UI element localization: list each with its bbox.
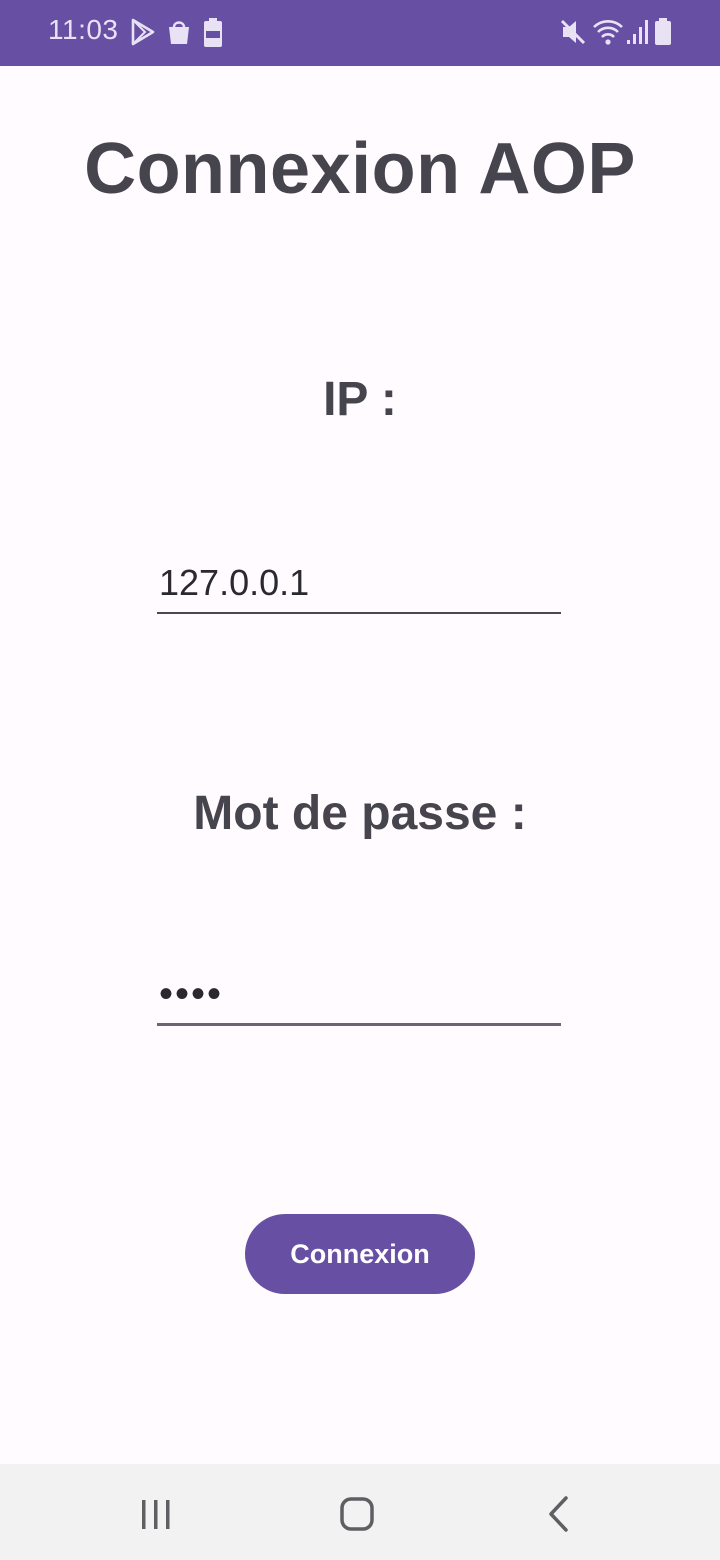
password-label: Mot de passe : bbox=[193, 787, 527, 840]
ip-label: IP : bbox=[323, 373, 397, 426]
ip-input[interactable] bbox=[157, 554, 561, 614]
connexion-button[interactable]: Connexion bbox=[245, 1214, 475, 1294]
battery-saver-icon bbox=[204, 18, 222, 47]
status-bar: 11:03 bbox=[0, 0, 720, 66]
battery-icon bbox=[655, 18, 671, 45]
back-icon[interactable] bbox=[531, 1486, 587, 1542]
shopping-bag-icon bbox=[169, 21, 189, 44]
mute-icon bbox=[560, 19, 586, 45]
password-input[interactable] bbox=[157, 966, 561, 1026]
signal-icon bbox=[627, 20, 648, 44]
home-icon[interactable] bbox=[329, 1486, 385, 1542]
page-title: Connexion AOP bbox=[84, 129, 636, 209]
play-store-icon bbox=[131, 18, 155, 46]
navigation-bar bbox=[0, 1464, 720, 1560]
status-time: 11:03 bbox=[48, 14, 119, 45]
recent-apps-icon[interactable] bbox=[128, 1486, 184, 1542]
wifi-icon bbox=[593, 20, 623, 45]
app-screen: 11:03 Connexion AOP IP: 127.0.0.1 Mot d… bbox=[0, 0, 720, 1560]
